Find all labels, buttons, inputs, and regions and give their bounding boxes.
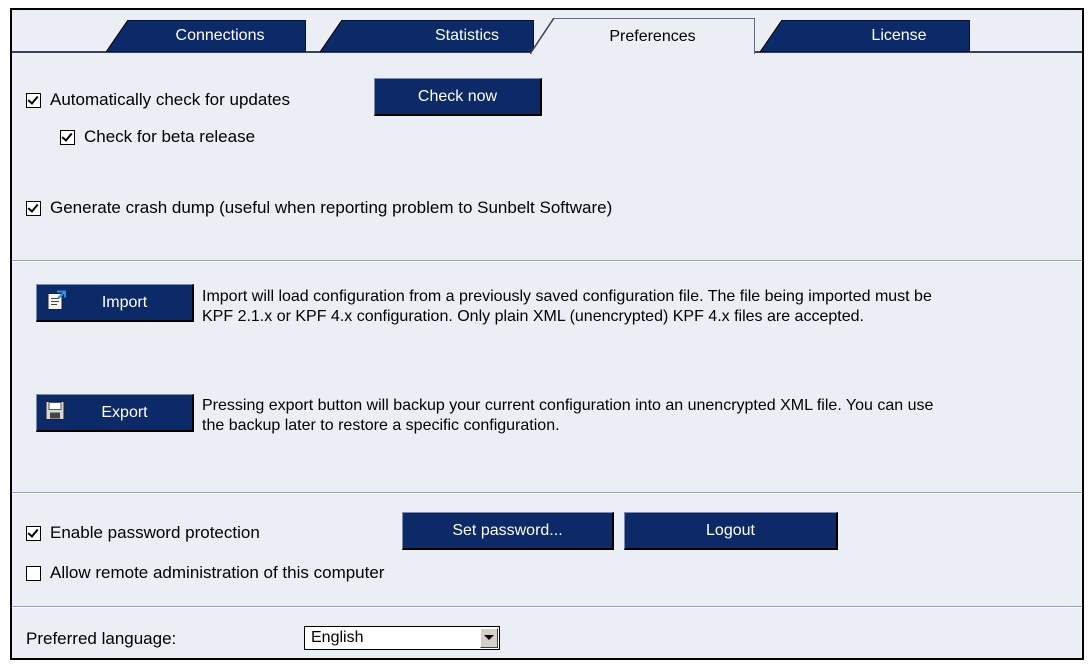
tab-preferences[interactable]: Preferences [530, 18, 755, 54]
tab-connections-label: Connections [175, 27, 265, 44]
tab-preferences-label: Preferences [609, 28, 696, 45]
export-description-line-1: Pressing export button will backup your … [202, 397, 934, 414]
crash-dump-label: Generate crash dump (useful when reporti… [50, 198, 613, 217]
language-select[interactable]: English [304, 626, 500, 650]
separator [12, 606, 1082, 608]
check-now-button[interactable]: Check now [374, 78, 542, 116]
tab-statistics[interactable]: Statistics [320, 20, 534, 52]
set-password-button[interactable]: Set password... [402, 512, 614, 550]
import-description-line-1: Import will load configuration from a pr… [202, 288, 932, 305]
tab-license-label: License [871, 27, 927, 44]
preferences-window: Connections Statistics Preferences Licen… [10, 8, 1084, 660]
password-protection-row: Enable password protection [26, 523, 260, 543]
beta-release-row: Check for beta release [60, 127, 255, 147]
tab-bar: Connections Statistics Preferences Licen… [12, 10, 1082, 54]
export-button[interactable]: Export [36, 394, 194, 432]
floppy-disk-icon [45, 400, 65, 425]
language-label: Preferred language: [26, 629, 177, 648]
check-now-label: Check now [417, 87, 498, 105]
auto-update-label: Automatically check for updates [50, 90, 291, 109]
logout-label: Logout [706, 521, 755, 539]
logout-button[interactable]: Logout [624, 512, 838, 550]
password-protection-label: Enable password protection [50, 523, 260, 542]
beta-release-checkbox[interactable] [60, 129, 75, 145]
remote-admin-row: Allow remote administration of this comp… [26, 563, 384, 583]
set-password-label: Set password... [452, 521, 563, 539]
tab-license[interactable]: License [760, 20, 970, 52]
export-label: Export [101, 403, 148, 421]
crash-dump-checkbox[interactable] [26, 200, 41, 216]
separator [12, 492, 1082, 494]
crash-dump-row: Generate crash dump (useful when reporti… [26, 198, 612, 218]
import-label: Import [101, 293, 148, 311]
auto-update-row: Automatically check for updates [26, 90, 290, 110]
beta-release-label: Check for beta release [84, 127, 256, 146]
remote-admin-checkbox[interactable] [26, 565, 41, 581]
tab-connections[interactable]: Connections [106, 20, 306, 52]
language-row: Preferred language: [26, 629, 176, 649]
separator [12, 260, 1082, 262]
chevron-down-icon[interactable] [480, 628, 498, 648]
import-description-line-2: KPF 2.1.x or KPF 4.x configuration. Only… [202, 308, 864, 325]
import-button[interactable]: Import [36, 284, 194, 322]
remote-admin-label: Allow remote administration of this comp… [50, 563, 385, 582]
auto-update-checkbox[interactable] [26, 92, 41, 108]
import-description: Import will load configuration from a pr… [202, 287, 932, 327]
import-icon [45, 289, 67, 316]
language-selected-value: English [311, 629, 364, 646]
export-description: Pressing export button will backup your … [202, 396, 933, 436]
password-protection-checkbox[interactable] [26, 525, 41, 541]
export-description-line-2: the backup later to restore a specific c… [202, 417, 560, 434]
